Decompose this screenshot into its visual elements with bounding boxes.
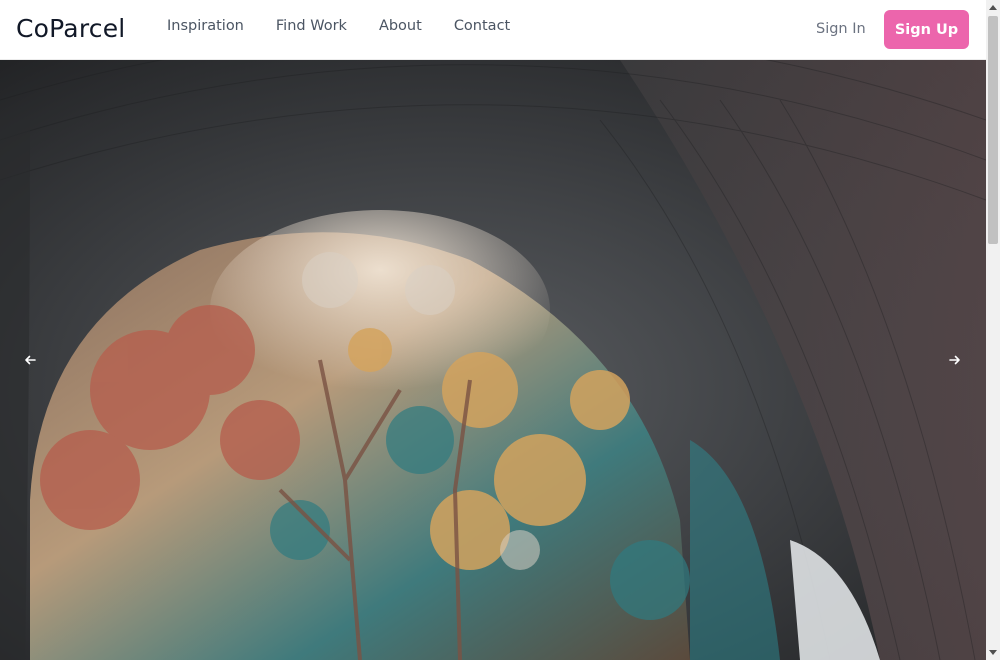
caret-up-icon bbox=[989, 5, 997, 10]
nav-links: Inspiration Find Work About Contact bbox=[167, 18, 542, 34]
brand-logo[interactable]: CoParcel bbox=[16, 14, 125, 43]
arrow-left-icon bbox=[25, 355, 36, 365]
nav-link-about[interactable]: About bbox=[379, 18, 422, 34]
top-navbar: CoParcel Inspiration Find Work About Con… bbox=[0, 0, 986, 60]
nav-link-find-work[interactable]: Find Work bbox=[276, 18, 347, 34]
scroll-up-button[interactable] bbox=[986, 0, 1000, 14]
caret-down-icon bbox=[989, 650, 997, 655]
hero-image bbox=[0, 60, 986, 660]
sign-in-link[interactable]: Sign In bbox=[816, 21, 866, 37]
page-scrollbar[interactable] bbox=[986, 0, 1000, 660]
sign-up-button[interactable]: Sign Up bbox=[884, 10, 969, 49]
arrow-right-icon bbox=[949, 355, 960, 365]
nav-link-inspiration[interactable]: Inspiration bbox=[167, 18, 244, 34]
carousel-next-button[interactable] bbox=[945, 350, 965, 370]
nav-link-contact[interactable]: Contact bbox=[454, 18, 510, 34]
scrollbar-thumb[interactable] bbox=[988, 16, 998, 244]
hero-carousel bbox=[0, 60, 986, 660]
carousel-prev-button[interactable] bbox=[20, 350, 40, 370]
scroll-down-button[interactable] bbox=[986, 646, 1000, 660]
